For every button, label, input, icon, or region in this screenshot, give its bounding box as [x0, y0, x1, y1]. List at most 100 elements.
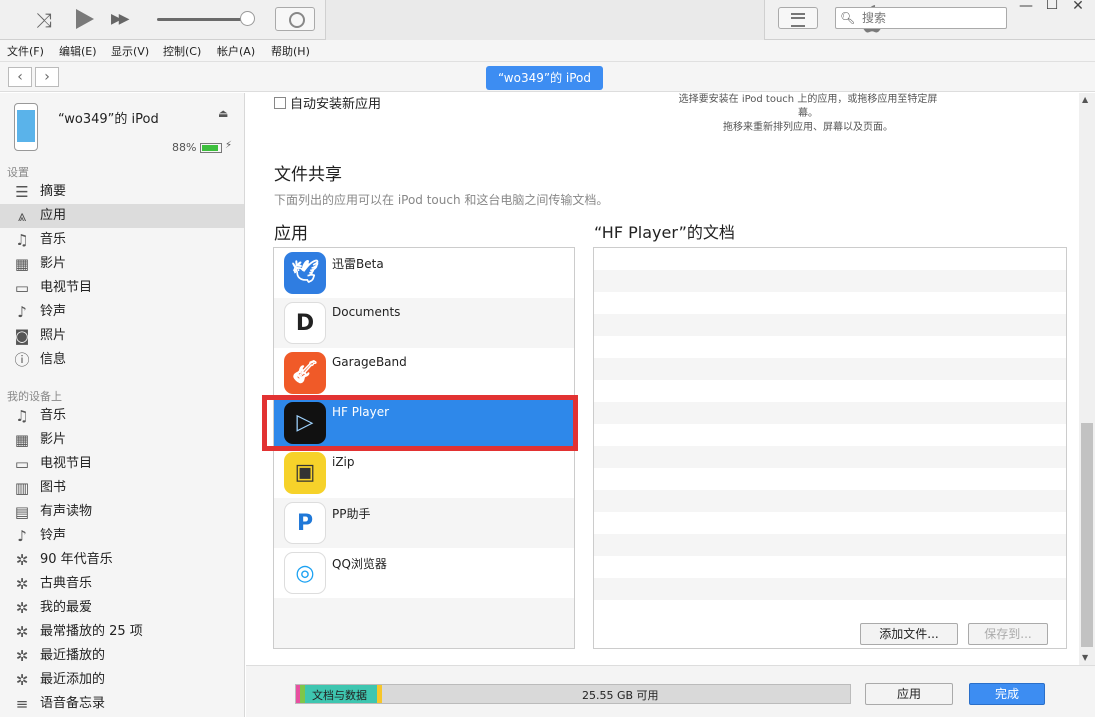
izip-icon: ▣ — [284, 452, 326, 494]
sidebar-item[interactable]: ◙ 照片 — [0, 324, 244, 348]
sidebar-item[interactable]: ♫ 音乐 — [0, 228, 244, 252]
battery-icon — [200, 143, 222, 153]
on-device-header: 我的设备上 — [7, 390, 62, 403]
play-icon[interactable] — [76, 9, 94, 29]
sidebar-item[interactable]: ♪ 铃声 — [0, 524, 244, 548]
sidebar-item[interactable]: ▤ 有声读物 — [0, 500, 244, 524]
smart-playlist-icon: ✲ — [15, 623, 29, 641]
camera-icon: ◙ — [14, 327, 30, 345]
list-view-icon[interactable] — [778, 7, 818, 29]
app-row[interactable]: P PP助手 — [274, 498, 574, 548]
sidebar-item-label: 电视节目 — [40, 280, 93, 295]
sidebar-item[interactable]: ✲ 90 年代音乐 — [0, 548, 244, 572]
auto-install-label: 自动安装新应用 — [290, 97, 382, 112]
xunlei-icon: 🕊︎ — [284, 252, 326, 294]
tv-icon: ▭ — [14, 279, 30, 297]
done-button[interactable]: 完成 — [969, 683, 1045, 705]
scrollbar[interactable]: ▲ ▼ — [1079, 93, 1095, 665]
app-row[interactable]: D Documents — [274, 298, 574, 348]
volume-slider[interactable] — [157, 18, 249, 21]
highlight-annotation — [262, 395, 578, 451]
volume-knob[interactable] — [240, 11, 255, 26]
search-input[interactable] — [862, 10, 1002, 26]
empty-row — [274, 598, 574, 648]
menu-edit[interactable]: 编辑(E) — [59, 43, 97, 59]
maximize-button[interactable]: ☐ — [1042, 0, 1062, 13]
sidebar-item-label: 影片 — [40, 432, 67, 447]
save-to-button[interactable]: 保存到... — [968, 623, 1048, 645]
sidebar-item[interactable]: ▦ 影片 — [0, 428, 244, 452]
menu-account[interactable]: 帐户(A) — [217, 43, 255, 59]
app-name: Documents — [332, 305, 401, 319]
sidebar-item-label: 信息 — [40, 352, 67, 367]
app-name: QQ浏览器 — [332, 557, 387, 571]
qq-browser-icon: ◎ — [284, 552, 326, 594]
sidebar-item[interactable]: ▭ 电视节目 — [0, 452, 244, 476]
apply-button[interactable]: 应用 — [865, 683, 953, 705]
app-row[interactable]: ▣ iZip — [274, 448, 574, 498]
document-row — [594, 446, 1066, 468]
sidebar-item[interactable]: ▦ 影片 — [0, 252, 244, 276]
close-button[interactable]: ✕ — [1068, 0, 1088, 14]
documents-column-title: “HF Player”的文档 — [594, 223, 735, 242]
sidebar-item-label: 音乐 — [40, 232, 67, 247]
forward-button[interactable]: › — [35, 67, 59, 87]
add-file-button[interactable]: 添加文件... — [860, 623, 958, 645]
apps-hint-line2: 拖移来重新排列应用、屏幕以及页面。 — [723, 122, 893, 133]
sidebar-item[interactable]: ✲ 古典音乐 — [0, 572, 244, 596]
audiobook-icon: ▤ — [14, 503, 30, 521]
film-icon: ▦ — [14, 431, 30, 449]
sidebar-item[interactable]: ⓘ 信息 — [0, 348, 244, 372]
sidebar-item[interactable]: ♪ 铃声 — [0, 300, 244, 324]
sidebar-item[interactable]: ▭ 电视节目 — [0, 276, 244, 300]
eject-icon[interactable]: ⏏ — [218, 107, 228, 120]
storage-segment-other — [377, 685, 382, 703]
search-box[interactable]: 🔍︎ — [835, 7, 1007, 29]
status-display — [325, 0, 883, 40]
sidebar-item[interactable]: ⩓ 应用 — [0, 204, 244, 228]
app-name: GarageBand — [332, 355, 407, 369]
menu-control[interactable]: 控制(C) — [163, 43, 201, 59]
document-row — [594, 314, 1066, 336]
playlist-icon: ≡ — [15, 695, 29, 713]
sidebar-item[interactable]: ✲ 最近播放的 — [0, 644, 244, 668]
app-row[interactable]: 🕊︎ 迅雷Beta — [274, 248, 574, 298]
airplay-icon[interactable] — [275, 7, 315, 31]
app-name: iZip — [332, 455, 355, 469]
sidebar-item[interactable]: ▥ 图书 — [0, 476, 244, 500]
main-content: 自动安装新应用 选择要安装在 iPod touch 上的应用，或拖移应用至特定屏… — [246, 93, 1079, 665]
menu-view[interactable]: 显示(V) — [111, 43, 149, 59]
scroll-down-icon[interactable]: ▼ — [1082, 653, 1088, 662]
toolbar: ⤨ ▶▶ 🔍︎ — ☐ ✕ — [0, 0, 1095, 40]
app-row[interactable]: 🎸︎ GarageBand — [274, 348, 574, 398]
checkbox-icon[interactable] — [274, 97, 286, 109]
document-list[interactable]: 添加文件... 保存到... — [593, 247, 1067, 649]
menu-file[interactable]: 文件(F) — [7, 43, 44, 59]
smart-playlist-icon: ✲ — [15, 647, 29, 665]
sidebar-item-label: 古典音乐 — [40, 576, 93, 591]
auto-install-checkbox[interactable]: 自动安装新应用 — [274, 93, 381, 112]
scroll-up-icon[interactable]: ▲ — [1082, 95, 1088, 104]
sidebar-item-label: 应用 — [40, 208, 67, 223]
scrollbar-thumb[interactable] — [1081, 423, 1093, 647]
file-sharing-description: 下面列出的应用可以在 iPod touch 和这台电脑之间传输文档。 — [274, 193, 609, 207]
back-button[interactable]: ‹ — [8, 67, 32, 87]
minimize-button[interactable]: — — [1016, 0, 1036, 14]
music-icon: ♫ — [15, 407, 29, 425]
sidebar-item[interactable]: ✲ 最近添加的 — [0, 668, 244, 692]
fast-forward-icon[interactable]: ▶▶ — [111, 11, 129, 27]
shuffle-icon[interactable]: ⤨ — [36, 8, 52, 32]
sidebar-item-label: 照片 — [40, 328, 67, 343]
menu-help[interactable]: 帮助(H) — [271, 43, 310, 59]
sidebar-item-label: 最常播放的 25 项 — [40, 624, 143, 639]
document-row — [594, 402, 1066, 424]
sidebar-item[interactable]: ✲ 我的最爱 — [0, 596, 244, 620]
sidebar-item[interactable]: ♫ 音乐 — [0, 404, 244, 428]
app-row[interactable]: ◎ QQ浏览器 — [274, 548, 574, 598]
smart-playlist-icon: ✲ — [15, 551, 29, 569]
sidebar-item[interactable]: ≡ 语音备忘录 — [0, 692, 244, 716]
sidebar-item[interactable]: ☰ 摘要 — [0, 180, 244, 204]
device-name: “wo349”的 iPod — [58, 112, 159, 127]
sidebar-item[interactable]: ✲ 最常播放的 25 项 — [0, 620, 244, 644]
device-button[interactable]: “wo349”的 iPod — [486, 66, 603, 90]
